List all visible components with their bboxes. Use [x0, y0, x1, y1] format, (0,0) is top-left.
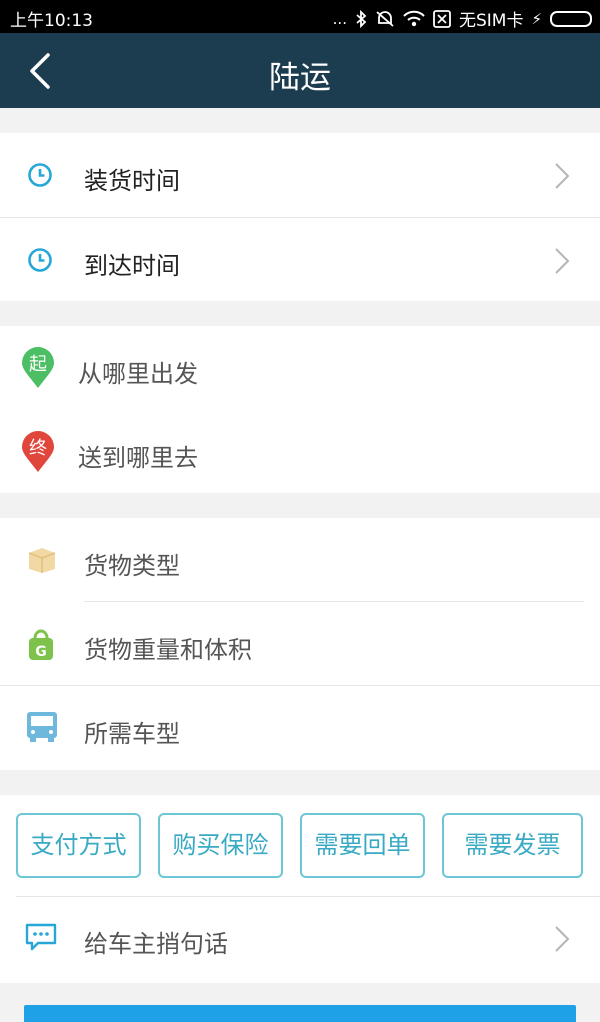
more-dots-icon: ...: [332, 9, 347, 28]
origin-row[interactable]: 起 从哪里出发: [0, 326, 600, 410]
chevron-right-icon: [555, 926, 570, 952]
status-time: 上午10:13: [10, 11, 93, 31]
charging-icon: ⚡: [531, 9, 542, 28]
loading-time-label: 装货时间: [84, 167, 180, 195]
chevron-right-icon: [555, 163, 570, 189]
weight-icon-letter: G: [35, 644, 47, 660]
end-marker-text: 终: [29, 438, 47, 459]
box-icon: [28, 548, 56, 573]
clock-icon: [28, 248, 52, 272]
weight-bag-icon: G: [29, 629, 53, 660]
destination-label: 送到哪里去: [78, 444, 198, 472]
page-title: 陆运: [269, 60, 331, 96]
clock-icon: [28, 163, 52, 187]
status-bar: 上午10:13 ... 无SIM卡 ⚡: [0, 0, 600, 33]
cargo-type-label: 货物类型: [84, 552, 180, 580]
payment-method-button[interactable]: 支付方式: [16, 813, 141, 878]
wifi-icon: [403, 10, 425, 26]
no-sim-icon: [433, 9, 451, 28]
vehicle-type-row[interactable]: 所需车型: [0, 686, 600, 770]
end-marker-icon: 终: [22, 431, 54, 472]
buy-insurance-button[interactable]: 购买保险: [158, 813, 283, 878]
sim-status: 无SIM卡: [458, 11, 524, 31]
destination-row[interactable]: 终 送到哪里去: [0, 410, 600, 493]
origin-label: 从哪里出发: [78, 360, 198, 388]
submit-button[interactable]: [24, 1005, 576, 1022]
battery-icon: [550, 10, 592, 27]
arrival-time-row[interactable]: 到达时间: [0, 218, 600, 301]
chevron-right-icon: [555, 248, 570, 274]
bluetooth-icon: [356, 9, 367, 28]
need-receipt-button[interactable]: 需要回单: [300, 813, 425, 878]
start-marker-text: 起: [29, 354, 47, 375]
cargo-type-row[interactable]: 货物类型: [0, 518, 600, 601]
cargo-weight-row[interactable]: G 货物重量和体积: [0, 602, 600, 685]
mute-icon: [376, 10, 394, 27]
chat-bubble-icon: [25, 923, 57, 951]
time-card: 装货时间 到达时间: [0, 133, 600, 301]
message-label: 给车主捎句话: [84, 930, 228, 958]
start-marker-icon: 起: [22, 347, 54, 388]
cargo-card: 货物类型 G 货物重量和体积 所需车型: [0, 518, 600, 770]
vehicle-type-label: 所需车型: [84, 720, 180, 748]
nav-bar: 陆运: [0, 33, 600, 108]
route-card: 起 从哪里出发 终 送到哪里去: [0, 326, 600, 493]
message-row[interactable]: 给车主捎句话: [0, 897, 600, 983]
loading-time-row[interactable]: 装货时间: [0, 133, 600, 217]
truck-icon: [27, 712, 57, 742]
status-icons: ... 无SIM卡 ⚡: [333, 6, 592, 31]
cargo-weight-label: 货物重量和体积: [84, 636, 252, 664]
need-invoice-button[interactable]: 需要发票: [442, 813, 583, 878]
arrival-time-label: 到达时间: [84, 252, 180, 280]
